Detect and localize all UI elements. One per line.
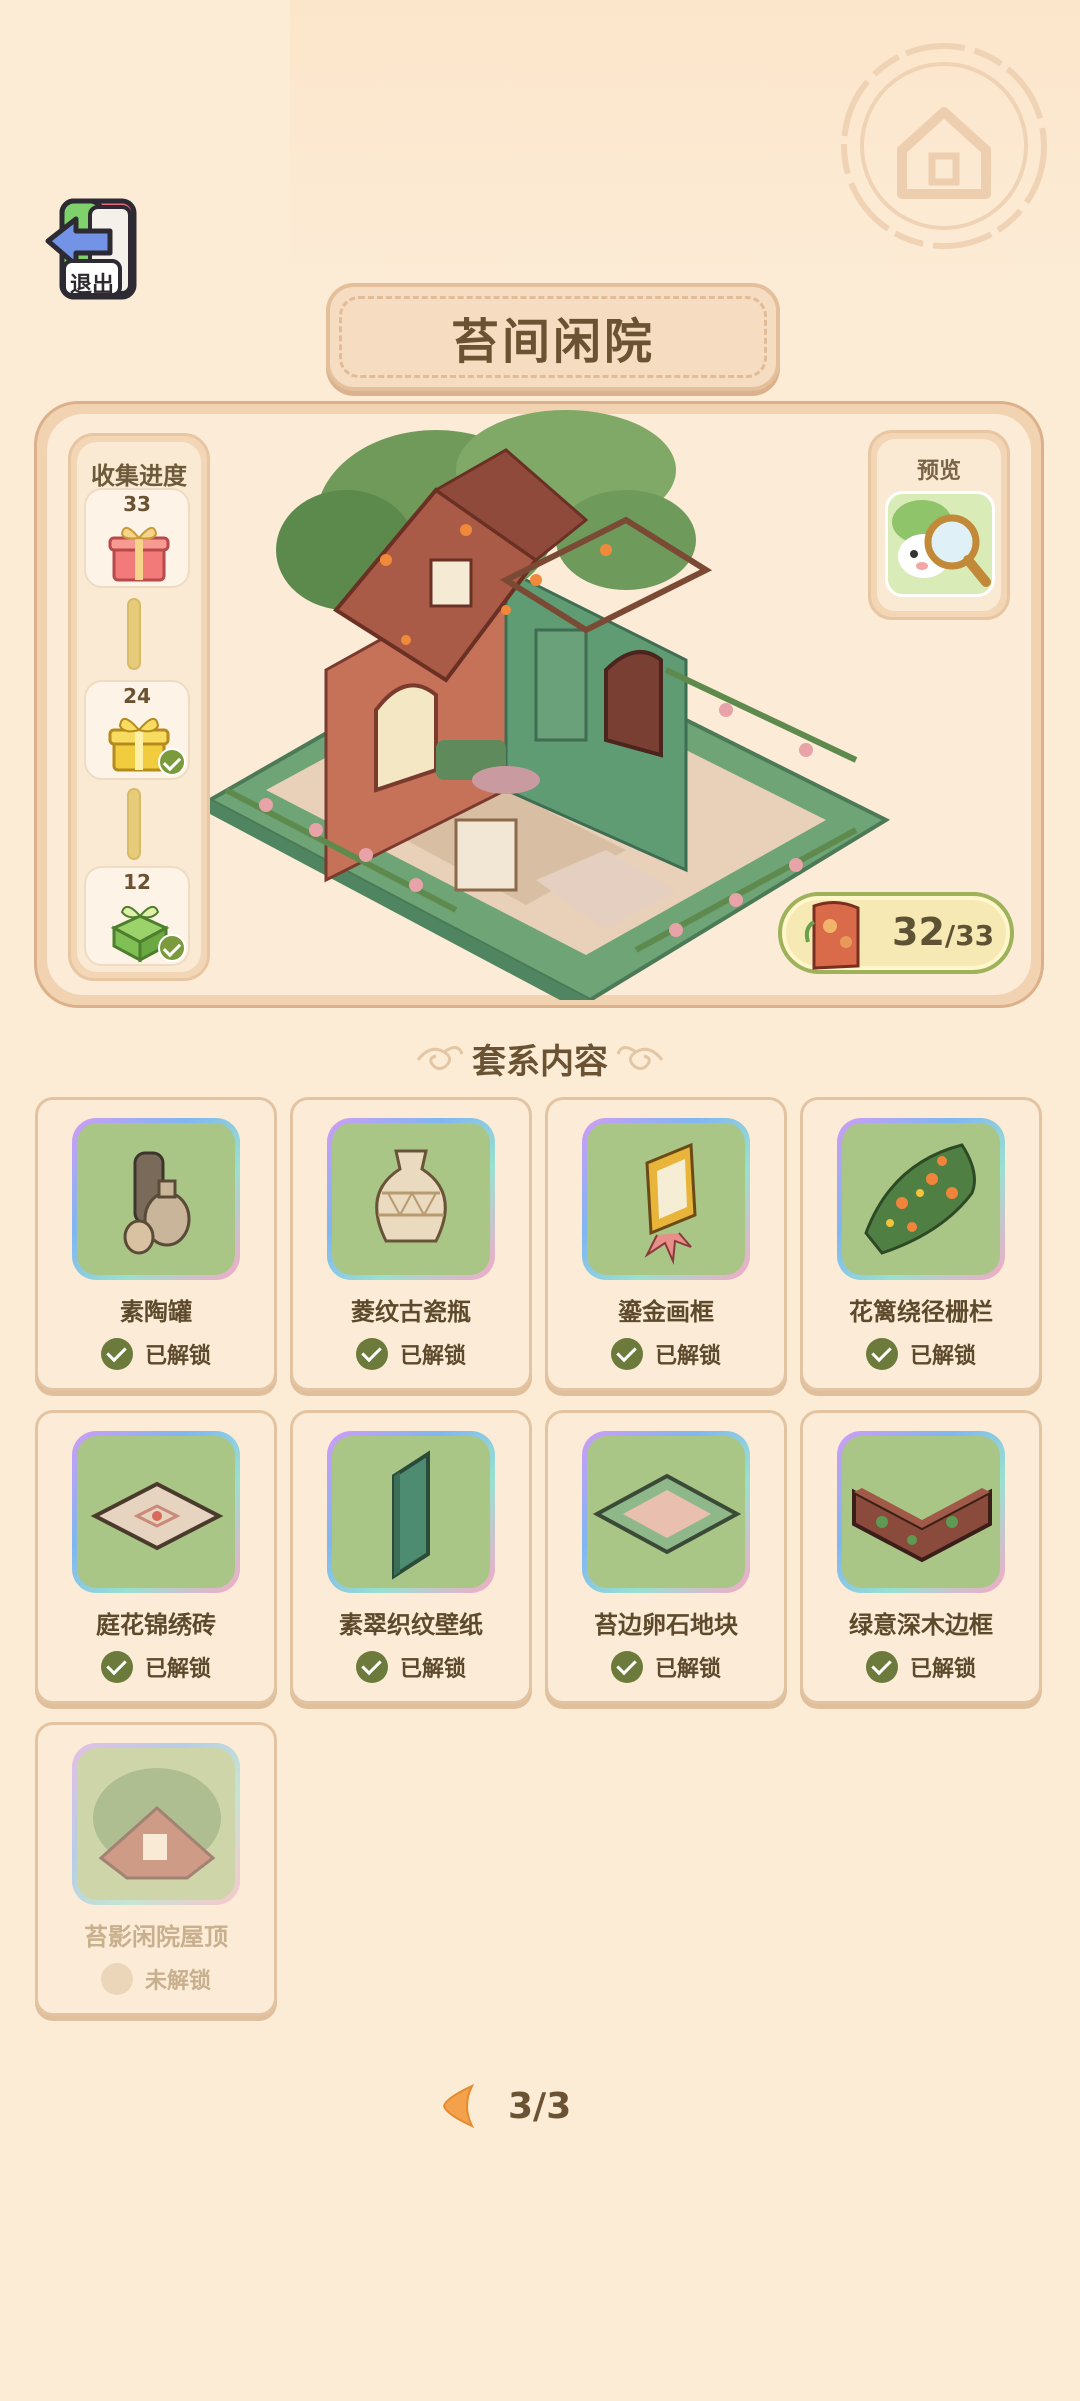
item-thumbnail — [837, 1118, 1005, 1280]
lock-status-icon — [100, 1963, 133, 1995]
magnifier-icon — [892, 500, 991, 587]
check-icon — [355, 1651, 388, 1683]
collection-count: 32/33 — [892, 910, 994, 954]
milestone-24[interactable]: 24 — [84, 680, 190, 780]
item-status-label: 已解锁 — [144, 1657, 211, 1682]
item-status-label: 已解锁 — [144, 1344, 211, 1369]
title-plaque: 苔间闲院 — [326, 283, 780, 391]
item-thumbnail — [582, 1431, 750, 1593]
item-status-label: 已解锁 — [654, 1657, 721, 1682]
flower-fence-icon — [864, 1143, 976, 1255]
item-name: 苔影闲院屋顶 — [84, 1923, 228, 1951]
home-button[interactable] — [836, 38, 1052, 254]
item-status-label: 已解锁 — [654, 1344, 721, 1369]
item-card[interactable]: 素陶罐 已解锁 — [35, 1097, 277, 1391]
item-name: 菱纹古瓷瓶 — [351, 1298, 471, 1326]
progress-connector — [127, 598, 141, 670]
check-icon — [610, 1338, 643, 1370]
item-status: 已解锁 — [803, 1338, 1039, 1370]
clay-pots-icon — [123, 1151, 191, 1255]
exit-label: 退出 — [69, 273, 114, 298]
furniture-piece-icon — [804, 901, 860, 970]
item-thumbnail — [72, 1743, 240, 1905]
milestone-threshold: 24 — [123, 684, 151, 708]
item-thumbnail — [72, 1431, 240, 1593]
item-thumbnail — [72, 1118, 240, 1280]
item-status-label: 已解锁 — [399, 1657, 466, 1682]
right-ornament-icon — [616, 1046, 664, 1071]
check-icon — [865, 1338, 898, 1370]
gold-frame-icon — [644, 1142, 697, 1265]
preview-button[interactable]: 预览 — [868, 430, 1010, 620]
check-icon — [355, 1338, 388, 1370]
page-title: 苔间闲院 — [450, 314, 655, 370]
check-icon — [610, 1651, 643, 1683]
item-status: 未解锁 — [38, 1963, 274, 1995]
item-name: 苔边卵石地块 — [594, 1611, 738, 1639]
item-card[interactable]: 绿意深木边框 已解锁 — [800, 1410, 1042, 1704]
item-card[interactable]: 苔边卵石地块 已解锁 — [545, 1410, 787, 1704]
section-header: 套系内容 — [400, 1030, 680, 1086]
item-status: 已解锁 — [293, 1338, 529, 1370]
item-thumbnail — [837, 1431, 1005, 1593]
item-status: 已解锁 — [38, 1338, 274, 1370]
section-title: 套系内容 — [472, 1041, 608, 1082]
check-icon — [100, 1338, 133, 1370]
item-card[interactable]: 花篱绕径栅栏 已解锁 — [800, 1097, 1042, 1391]
pager: 3/3 — [440, 2078, 660, 2134]
exit-button[interactable]: 退出 — [40, 195, 144, 307]
item-card[interactable]: 菱纹古瓷瓶 已解锁 — [290, 1097, 532, 1391]
home-icon — [841, 43, 1047, 249]
collection-count-badge: 32/33 — [778, 892, 1014, 974]
preview-label: 预览 — [916, 459, 961, 484]
prev-page-arrow-icon[interactable] — [440, 2082, 480, 2130]
item-card[interactable]: 素翠织纹壁纸 已解锁 — [290, 1410, 532, 1704]
left-ornament-icon — [416, 1046, 464, 1071]
item-status-label: 已解锁 — [909, 1657, 976, 1682]
check-icon — [865, 1651, 898, 1683]
item-thumbnail — [327, 1431, 495, 1593]
milestone-threshold: 33 — [123, 492, 151, 516]
item-name: 素翠织纹壁纸 — [339, 1611, 483, 1639]
item-status-label: 已解锁 — [909, 1344, 976, 1369]
item-status: 已解锁 — [548, 1338, 784, 1370]
item-status: 已解锁 — [38, 1651, 274, 1683]
item-status: 已解锁 — [803, 1651, 1039, 1683]
milestone-12[interactable]: 12 — [84, 866, 190, 966]
item-name: 花篱绕径栅栏 — [849, 1298, 993, 1326]
progress-title: 收集进度 — [91, 462, 187, 490]
count-total: /33 — [944, 919, 995, 952]
item-thumbnail — [582, 1118, 750, 1280]
mossy-roof-icon — [93, 1768, 221, 1880]
pebble-floor-icon — [592, 1473, 742, 1555]
milestone-33[interactable]: 33 — [84, 488, 190, 588]
item-name: 鎏金画框 — [618, 1298, 714, 1326]
milestone-threshold: 12 — [123, 870, 151, 894]
item-status-label: 未解锁 — [144, 1969, 211, 1994]
item-card[interactable]: 庭花锦绣砖 已解锁 — [35, 1410, 277, 1704]
wood-border-icon — [852, 1488, 992, 1563]
embroidered-tile-icon — [90, 1481, 224, 1551]
page-indicator: 3/3 — [508, 2085, 572, 2127]
item-thumbnail — [327, 1118, 495, 1280]
item-status: 已解锁 — [548, 1651, 784, 1683]
claimed-check-icon — [158, 748, 186, 776]
count-current: 32 — [892, 910, 945, 954]
item-card[interactable]: 苔影闲院屋顶 未解锁 — [35, 1722, 277, 2016]
item-name: 素陶罐 — [120, 1298, 192, 1326]
item-status-label: 已解锁 — [399, 1344, 466, 1369]
diamond-vase-icon — [375, 1149, 447, 1243]
red-gift-icon — [108, 527, 170, 582]
item-name: 庭花锦绣砖 — [96, 1611, 216, 1639]
item-card[interactable]: 鎏金画框 已解锁 — [545, 1097, 787, 1391]
preview-thumbnail — [885, 491, 995, 597]
item-status: 已解锁 — [293, 1651, 529, 1683]
check-icon — [100, 1651, 133, 1683]
progress-connector — [127, 788, 141, 860]
green-wallpaper-icon — [392, 1450, 430, 1580]
claimed-check-icon — [158, 934, 186, 962]
item-name: 绿意深木边框 — [849, 1611, 993, 1639]
